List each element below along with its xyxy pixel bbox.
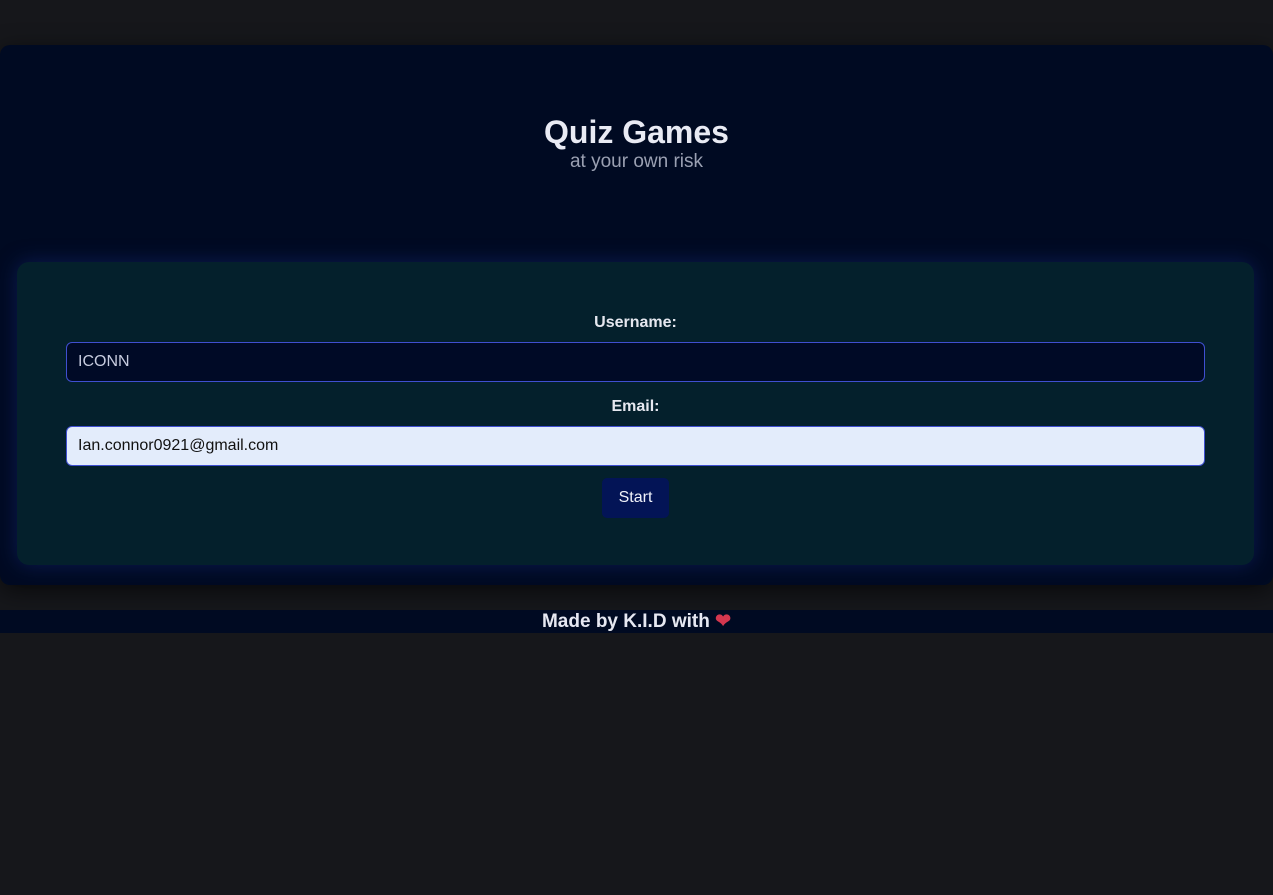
footer: Made by K.I.D with ❤ xyxy=(0,610,1273,633)
page-subtitle: at your own risk xyxy=(569,151,704,172)
username-input[interactable] xyxy=(66,342,1205,382)
main-card: Quiz Games at your own risk Username: Em… xyxy=(0,45,1273,585)
email-input[interactable] xyxy=(66,426,1205,466)
heart-icon: ❤ xyxy=(715,611,732,632)
username-label: Username: xyxy=(594,314,677,331)
header: Quiz Games at your own risk xyxy=(0,113,1273,173)
start-button[interactable]: Start xyxy=(602,478,669,518)
footer-text: Made by K.I.D with xyxy=(541,611,710,632)
page-title: Quiz Games xyxy=(544,114,729,150)
email-label: Email: xyxy=(611,398,660,415)
login-form: Username: Email: Start xyxy=(17,262,1254,565)
